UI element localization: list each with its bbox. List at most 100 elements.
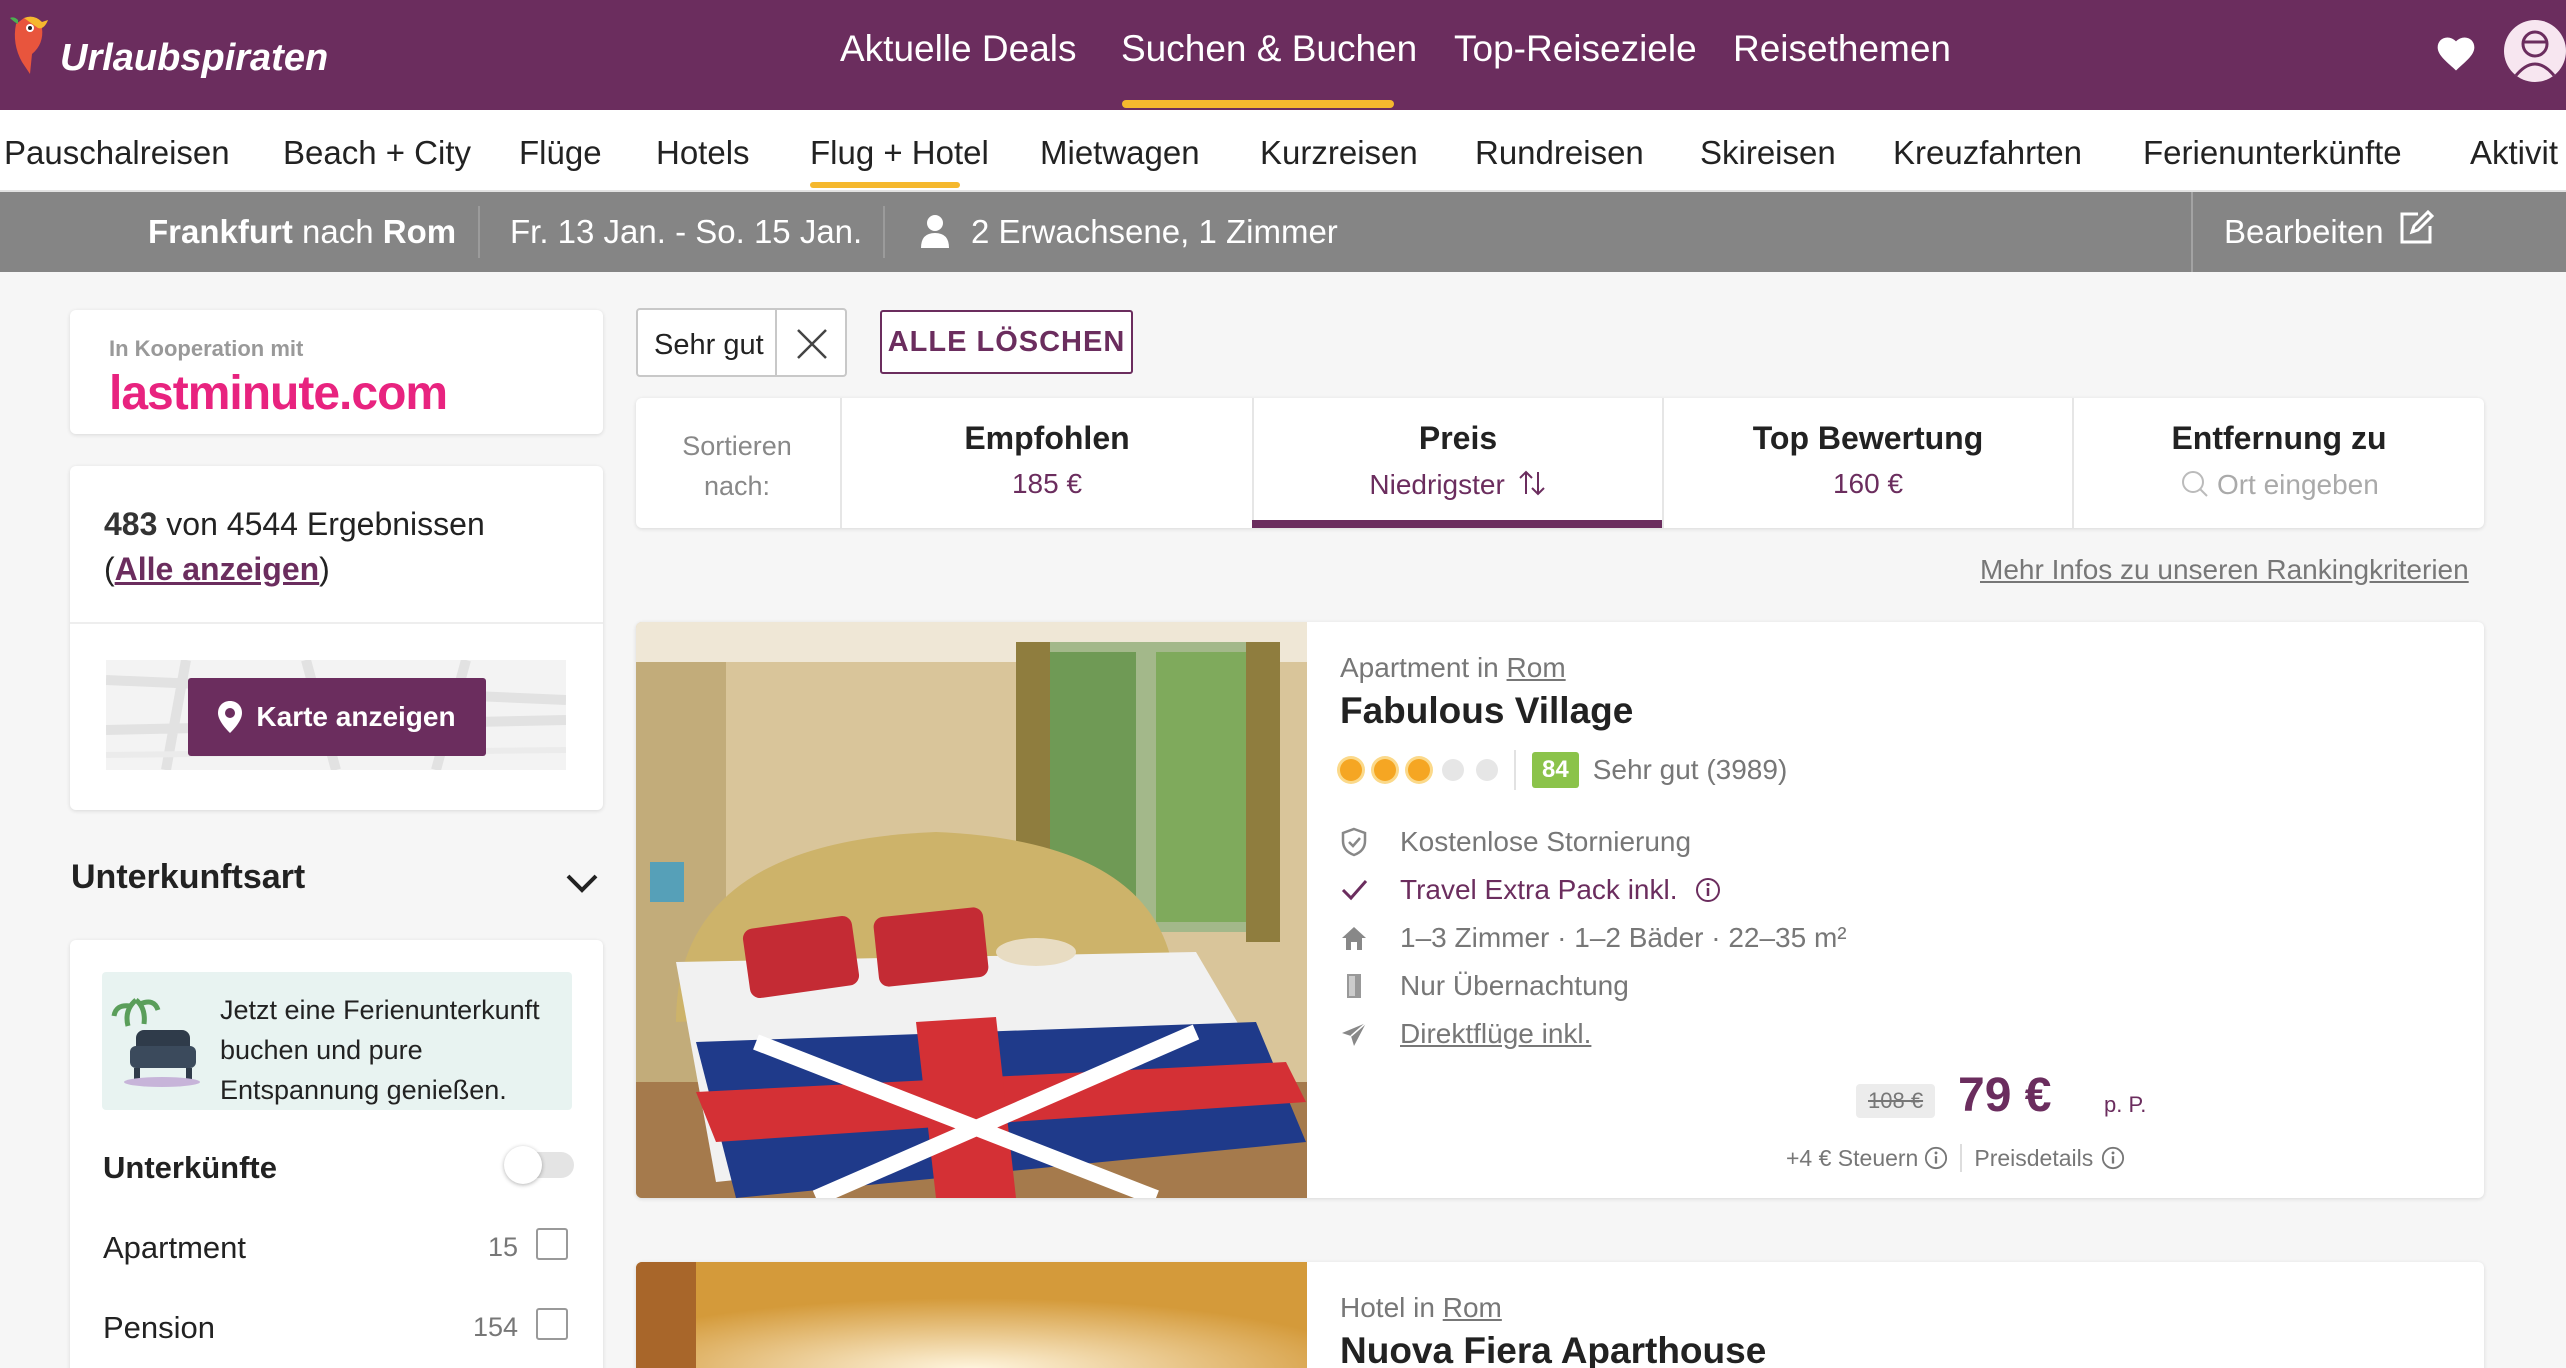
route-origin: Frankfurt — [148, 213, 293, 250]
ranking-criteria-link[interactable]: Mehr Infos zu unseren Rankingkriterien — [1980, 554, 2469, 586]
accommodations-toggle-label: Unterkünfte — [103, 1150, 277, 1185]
accommodation-type-heading: Unterkunftsart — [71, 858, 306, 896]
search-summary-bar: Frankfurt nach Rom Fr. 13 Jan. - So. 15 … — [0, 192, 2566, 272]
route-destination: Rom — [382, 213, 457, 250]
sort-option-recommended[interactable]: Empfohlen 185 € — [842, 398, 1252, 528]
partner-logo[interactable]: lastminute.com — [109, 366, 448, 421]
active-filter-label: Sehr gut — [654, 329, 764, 361]
hotel-card[interactable]: Hotel in Rom Nuova Fiera Aparthouse — [636, 1262, 2484, 1368]
brand-name: Urlaubspiraten — [60, 36, 329, 79]
hotel-city-link[interactable]: Rom — [1443, 1292, 1502, 1323]
close-icon[interactable] — [794, 326, 830, 362]
topnav-item-deals[interactable]: Aktuelle Deals — [840, 28, 1077, 70]
active-topnav-indicator — [1122, 100, 1394, 108]
guests-summary[interactable]: 2 Erwachsene, 1 Zimmer — [971, 213, 1338, 251]
route-summary[interactable]: Frankfurt nach Rom — [148, 213, 456, 251]
results-card: 483 von 4544 Ergebnissen (Alle anzeigen)… — [70, 466, 603, 810]
price-details-link[interactable]: Preisdetails — [1974, 1145, 2093, 1172]
feature-free-cancellation: Kostenlose Stornierung — [1340, 822, 1691, 862]
hotel-city-link[interactable]: Rom — [1507, 652, 1566, 683]
parrot-logo-icon — [8, 14, 56, 84]
subnav-item-flights[interactable]: Flüge — [519, 134, 602, 172]
door-icon — [1340, 972, 1384, 1000]
subnav-item-beach-city[interactable]: Beach + City — [283, 134, 471, 172]
divider — [1514, 750, 1516, 790]
distance-location-input[interactable]: Ort eingeben — [2217, 469, 2379, 500]
sort-option-price[interactable]: Preis Niedrigster — [1254, 398, 1662, 528]
divider — [883, 206, 885, 258]
route-connector: nach — [302, 213, 374, 250]
review-score-badge: 84 — [1532, 752, 1579, 788]
sort-option-top-rating[interactable]: Top Bewertung 160 € — [1664, 398, 2072, 528]
hotel-card[interactable]: Apartment in Rom Fabulous Village 84 Seh… — [636, 622, 2484, 1198]
hotel-name[interactable]: Fabulous Village — [1340, 690, 1633, 732]
airplane-icon — [1340, 1020, 1384, 1048]
shield-check-icon — [1340, 827, 1384, 857]
sort-option-distance[interactable]: Entfernung zu Ort eingeben — [2074, 398, 2484, 528]
price-unit: p. P. — [2104, 1092, 2147, 1117]
info-icon[interactable] — [1695, 877, 1737, 903]
sort-label: Sortieren nach: — [682, 431, 792, 501]
hotel-details: Apartment in Rom Fabulous Village 84 Seh… — [1340, 622, 2484, 1198]
active-sort-indicator — [1252, 520, 1662, 528]
hotel-type-location: Hotel in Rom — [1340, 1292, 1502, 1323]
star-rating-icon — [1340, 759, 1510, 781]
category-navigation: Pauschalreisen Beach + City Flüge Hotels… — [0, 110, 2566, 192]
hotel-name[interactable]: Nuova Fiera Aparthouse — [1340, 1330, 1766, 1368]
accommodations-toggle[interactable] — [504, 1146, 574, 1184]
info-icon[interactable] — [1924, 1146, 1948, 1170]
review-summary[interactable]: Sehr gut (3989) — [1593, 754, 1788, 786]
type-label-apartment: Apartment — [103, 1230, 247, 1265]
search-icon — [2179, 468, 2209, 505]
sort-bar: Sortieren nach: Empfohlen 185 € Preis Nie… — [636, 398, 2484, 528]
subnav-item-holiday-homes[interactable]: Ferienunterkünfte — [2143, 134, 2402, 172]
heart-icon[interactable] — [2434, 32, 2478, 76]
brand-logo[interactable]: Urlaubspiraten — [8, 14, 328, 84]
divider — [2191, 192, 2193, 272]
person-icon — [920, 214, 950, 256]
user-avatar-icon[interactable] — [2504, 20, 2566, 82]
type-count-apartment: 15 — [488, 1232, 519, 1262]
subnav-item-flight-hotel[interactable]: Flug + Hotel — [810, 134, 989, 172]
travel-dates[interactable]: Fr. 13 Jan. - So. 15 Jan. — [510, 213, 862, 251]
sort-arrows-icon — [1517, 468, 1547, 505]
info-icon[interactable] — [2101, 1146, 2125, 1170]
subnav-item-activities[interactable]: Aktivit — [2470, 134, 2558, 172]
armchair-plant-icon — [110, 990, 210, 1090]
subnav-item-short-trips[interactable]: Kurzreisen — [1260, 134, 1418, 172]
hotel-type-location: Apartment in Rom — [1340, 652, 1566, 683]
checkmark-icon — [1340, 876, 1384, 904]
subnav-item-package[interactable]: Pauschalreisen — [4, 134, 230, 172]
results-summary: 483 von 4544 Ergebnissen (Alle anzeigen) — [104, 506, 485, 587]
topnav-item-search-book[interactable]: Suchen & Buchen — [1121, 28, 1417, 70]
hotel-photo[interactable] — [636, 622, 1307, 1198]
divider — [1960, 1144, 1963, 1172]
taxes-text: +4 € Steuern — [1786, 1144, 1919, 1171]
hotel-details: Hotel in Rom Nuova Fiera Aparthouse — [1340, 1262, 2484, 1368]
chevron-down-icon[interactable] — [562, 862, 602, 902]
type-checkbox-apartment[interactable] — [536, 1228, 568, 1260]
map-pin-icon — [218, 701, 243, 733]
promo-text: Jetzt eine Ferienunterkunft buchen und p… — [220, 995, 540, 1105]
accommodation-filter-card: Jetzt eine Ferienunterkunft buchen und p… — [70, 940, 603, 1368]
direct-flights-link[interactable]: Direktflüge inkl. — [1400, 1018, 1591, 1050]
subnav-item-hotels[interactable]: Hotels — [656, 134, 750, 172]
subnav-item-car-rental[interactable]: Mietwagen — [1040, 134, 1200, 172]
house-icon — [1340, 924, 1384, 952]
topnav-item-themes[interactable]: Reisethemen — [1733, 28, 1951, 70]
current-price: 79 € — [1958, 1069, 2052, 1122]
subnav-item-round-trips[interactable]: Rundreisen — [1475, 134, 1644, 172]
show-all-link[interactable]: Alle anzeigen — [115, 551, 320, 587]
active-filter-chip[interactable]: Sehr gut — [636, 308, 847, 377]
topnav-item-destinations[interactable]: Top-Reiseziele — [1454, 28, 1697, 70]
subnav-item-cruises[interactable]: Kreuzfahrten — [1893, 134, 2082, 172]
type-checkbox-pension[interactable] — [536, 1308, 568, 1340]
edit-icon[interactable] — [2398, 209, 2435, 254]
subnav-item-ski[interactable]: Skireisen — [1700, 134, 1836, 172]
feature-direct-flights: Direktflüge inkl. — [1340, 1014, 1591, 1054]
show-map-button[interactable]: Karte anzeigen — [188, 678, 486, 756]
hotel-rating-row: 84 Sehr gut (3989) — [1340, 750, 1787, 790]
hotel-photo[interactable] — [636, 1262, 1307, 1368]
edit-search-button[interactable]: Bearbeiten — [2224, 213, 2384, 251]
clear-all-filters-button[interactable]: ALLE LÖSCHEN — [880, 310, 1133, 374]
